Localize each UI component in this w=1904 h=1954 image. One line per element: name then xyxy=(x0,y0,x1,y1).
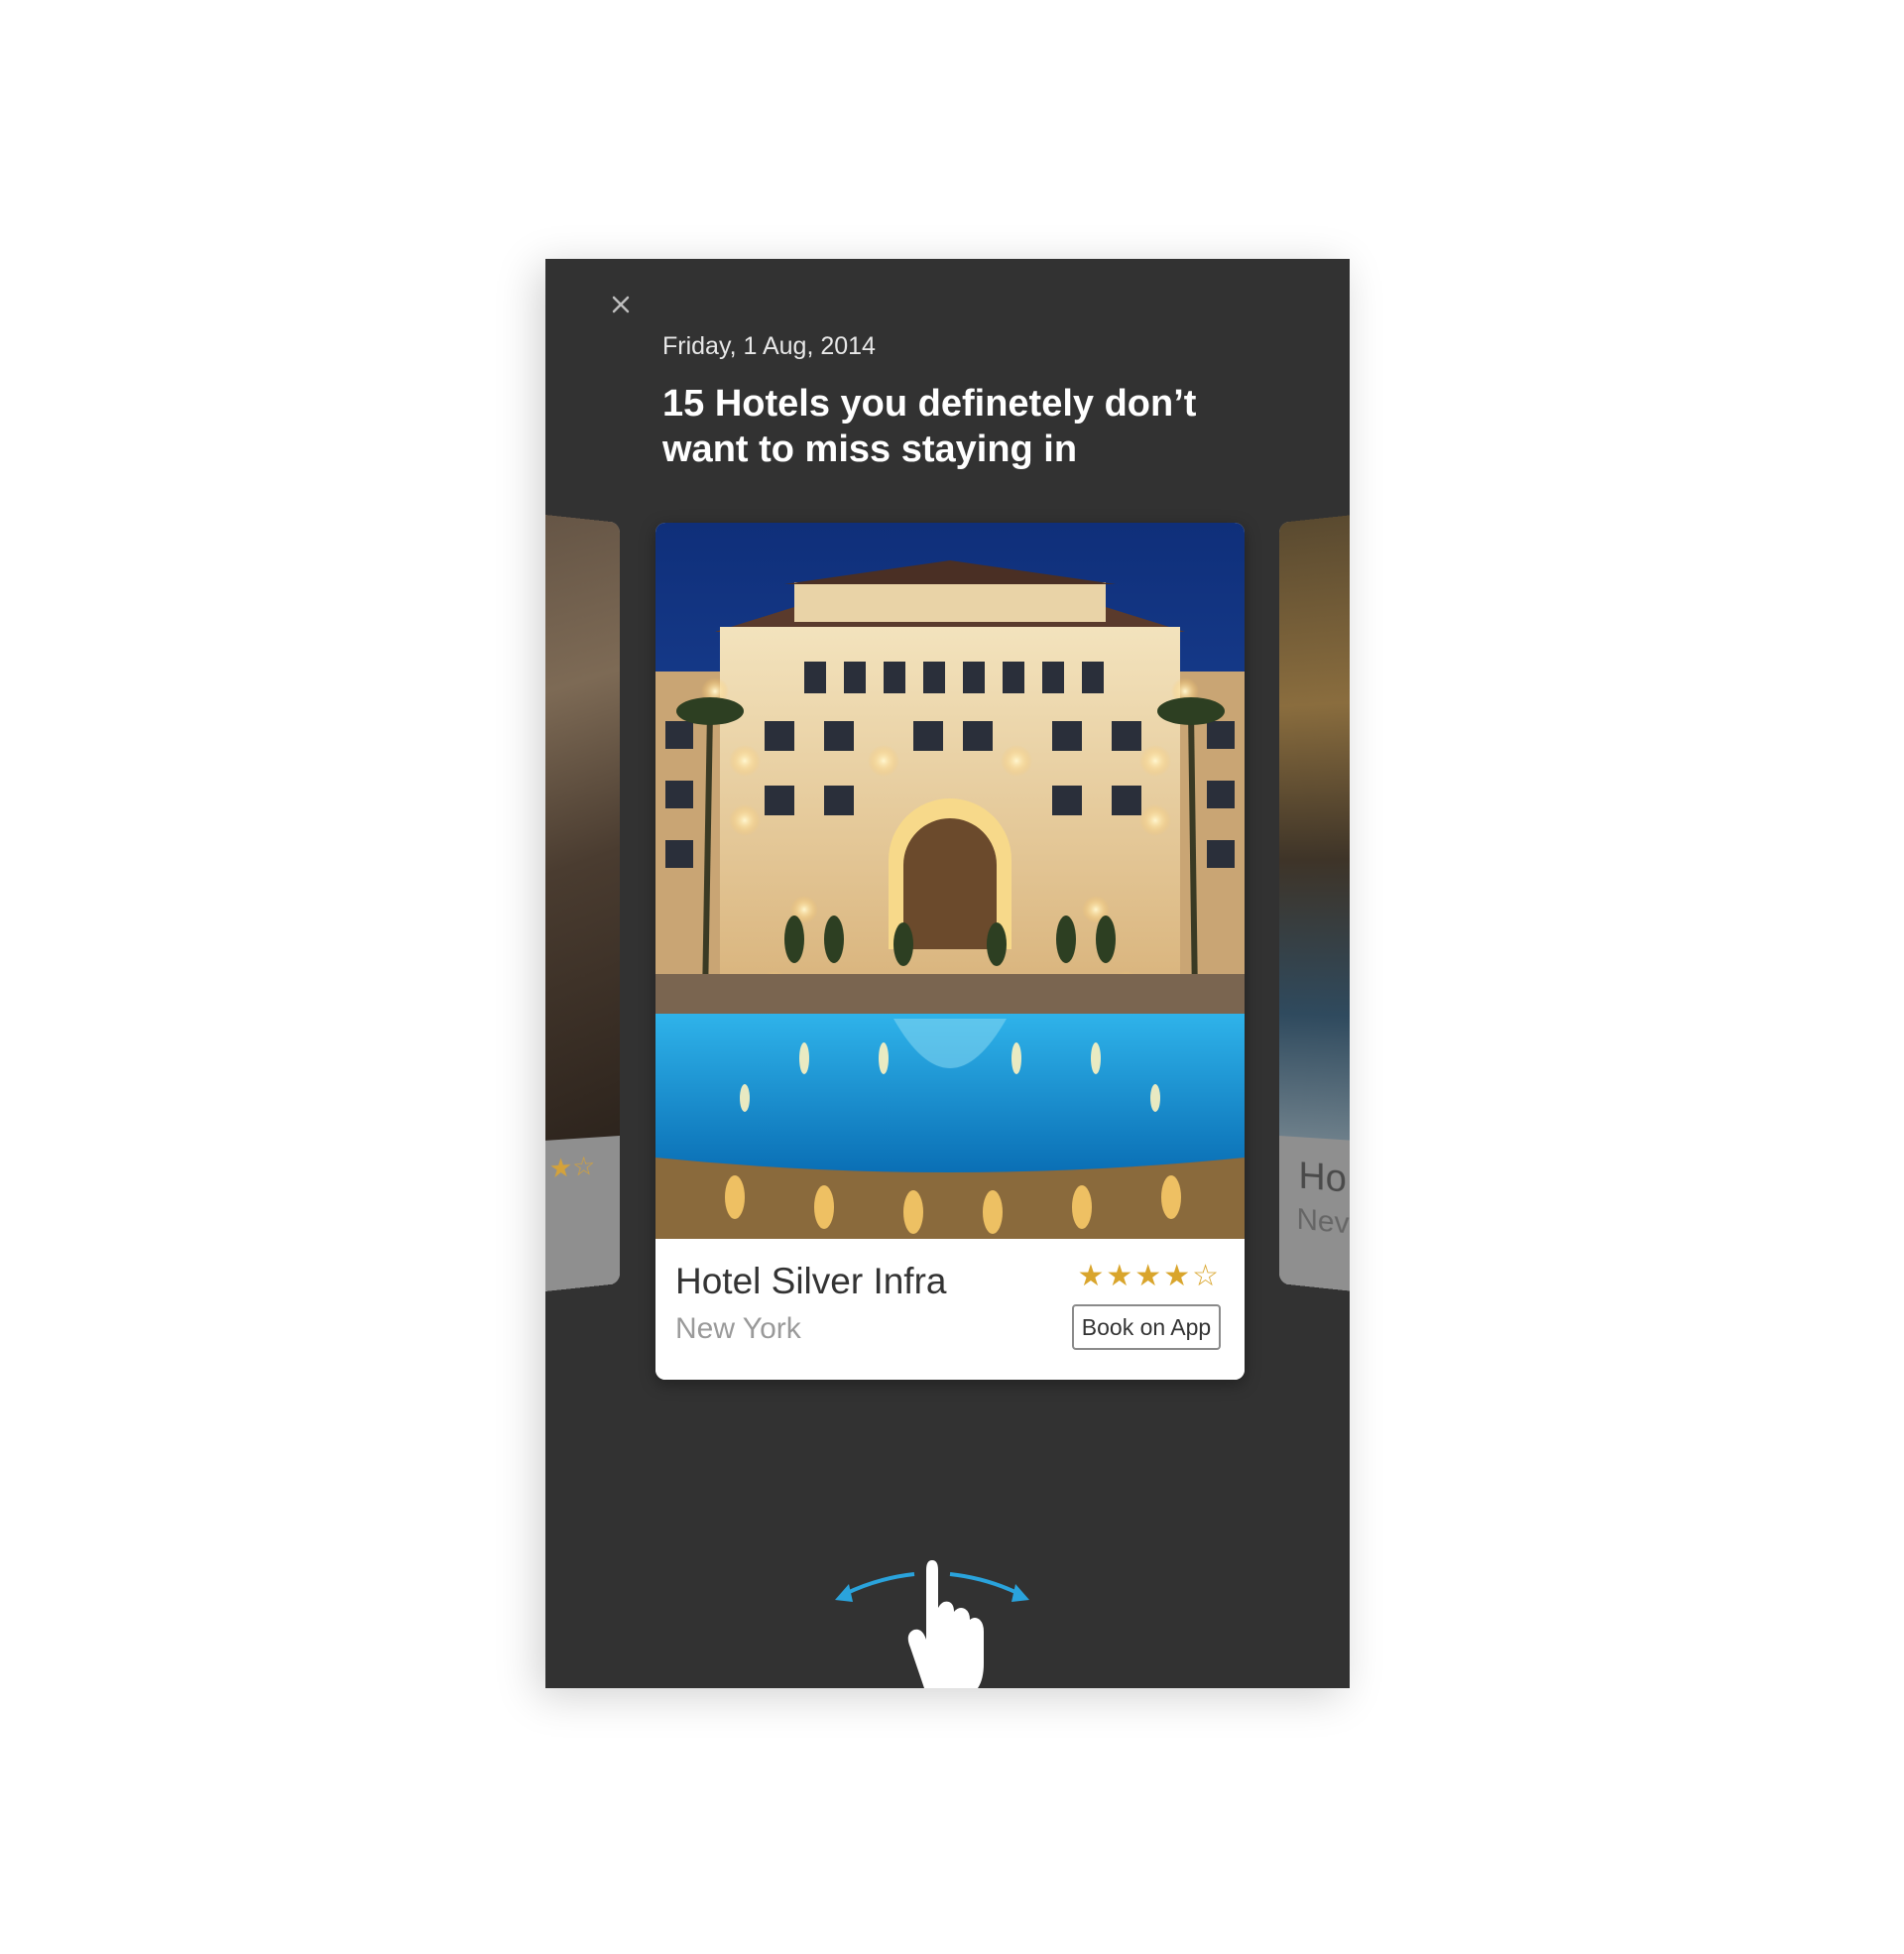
hotel-name: Ho xyxy=(1298,1155,1347,1201)
article-headline: 15 Hotels you definetely don’t want to m… xyxy=(662,383,1197,470)
hotel-name: Hotel Silver Infra xyxy=(675,1261,947,1301)
hotel-photo xyxy=(1279,490,1350,1156)
hotel-card-previous[interactable]: ★☆ xyxy=(545,490,620,1316)
hotel-city: Nev xyxy=(1296,1202,1350,1241)
star-rating: ★★★★☆ xyxy=(1078,1259,1221,1293)
star-rating: ★☆ xyxy=(548,1150,596,1184)
app-screen: Friday, 1 Aug, 2014 15 Hotels you define… xyxy=(545,259,1350,1688)
star-full-icons: ★★★★ xyxy=(1077,1260,1193,1292)
hotel-card-info: Hotel Silver Infra New York ★★★★☆ Book o… xyxy=(655,1239,1245,1380)
hotel-card-info: ★☆ xyxy=(545,1136,620,1316)
swipe-gesture-icon xyxy=(835,1560,1029,1688)
hotel-photo xyxy=(545,490,620,1156)
star-empty-icon: ☆ xyxy=(1192,1260,1221,1292)
hotel-card[interactable]: Hotel Silver Infra New York ★★★★☆ Book o… xyxy=(655,523,1245,1380)
article-date: Friday, 1 Aug, 2014 xyxy=(662,332,876,360)
hotel-card-next[interactable]: Ho Nev xyxy=(1279,490,1350,1316)
close-icon xyxy=(612,296,630,313)
hotel-card-info: Ho Nev xyxy=(1279,1136,1350,1316)
hotel-photo xyxy=(655,523,1245,1239)
hotel-city: New York xyxy=(675,1312,801,1345)
close-button[interactable] xyxy=(603,287,639,322)
book-on-app-button[interactable]: Book on App xyxy=(1072,1304,1221,1350)
